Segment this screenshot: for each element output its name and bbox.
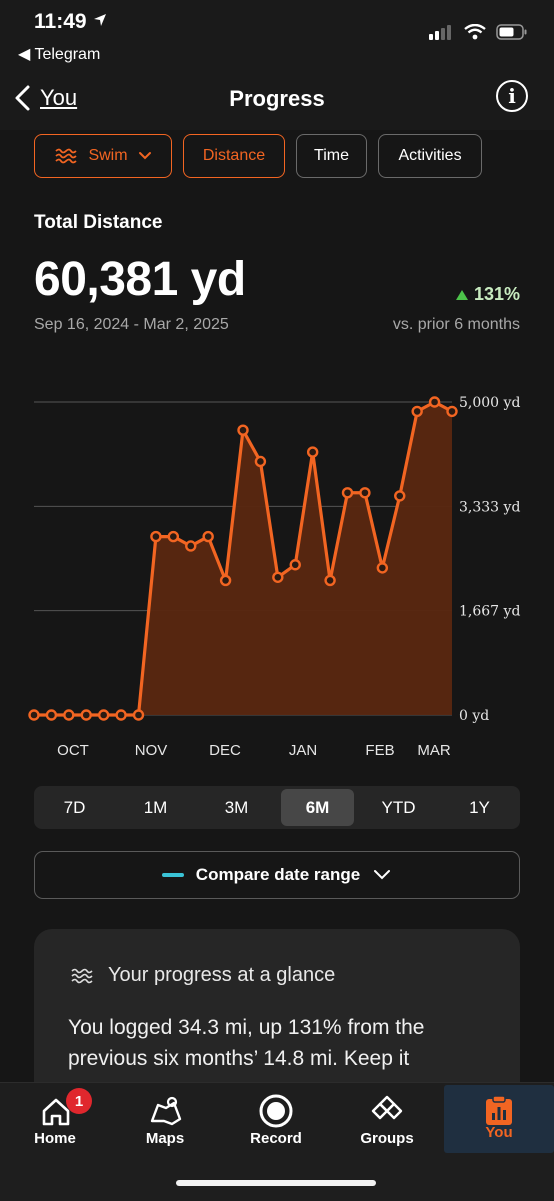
status-time: 11:49 — [34, 10, 108, 34]
y-tick-label: 5,000 yd — [459, 395, 520, 411]
data-point — [97, 709, 110, 721]
data-point — [428, 396, 441, 408]
swim-waves-icon — [55, 148, 78, 164]
data-point — [150, 530, 162, 543]
glance-title: Your progress at a glance — [70, 964, 335, 987]
signal-icon — [429, 25, 451, 40]
x-tick-label: FEB — [365, 742, 394, 759]
home-indicator — [176, 1180, 376, 1186]
profile-stats-icon — [486, 1095, 512, 1125]
maps-icon — [150, 1096, 182, 1126]
groups-icon — [371, 1095, 403, 1120]
nav-home[interactable]: 1 Home — [0, 1083, 110, 1161]
change-subtitle: vs. prior 6 months — [392, 316, 520, 333]
change-percent: 131% — [455, 284, 520, 305]
nav-record[interactable]: Record — [221, 1083, 331, 1161]
data-point — [359, 487, 371, 499]
range-tab-3m[interactable]: 3M — [196, 786, 277, 829]
compare-line-icon — [161, 873, 184, 877]
glance-summary: You logged 34.3 mi, up 131% from the pre… — [68, 1016, 425, 1070]
data-point — [411, 405, 423, 418]
metric-activities-chip[interactable]: Activities — [378, 134, 482, 178]
data-point — [80, 709, 92, 721]
range-tab-6m[interactable]: 6M — [281, 789, 354, 826]
data-point — [115, 709, 127, 721]
location-arrow-icon — [94, 14, 107, 26]
stat-label: Total Distance — [34, 212, 163, 233]
data-point — [28, 709, 40, 721]
info-button[interactable]: i — [496, 80, 528, 112]
sport-filter-label: Swim — [88, 147, 128, 164]
chevron-down-icon — [374, 870, 391, 880]
data-point — [167, 530, 180, 543]
range-tabs: 7D 1M 3M 6M YTD 1Y — [34, 786, 520, 829]
area-fill — [34, 402, 452, 715]
data-point — [272, 571, 284, 583]
stat-value: 60,381 yd — [34, 253, 246, 306]
x-tick-label: MAR — [417, 742, 451, 759]
status-icons — [428, 24, 528, 40]
data-point — [132, 709, 145, 721]
range-tab-1y[interactable]: 1Y — [439, 786, 520, 829]
metric-time-chip[interactable]: Time — [296, 134, 367, 178]
nav-you[interactable]: You — [444, 1085, 554, 1153]
data-point — [394, 490, 406, 502]
nav-groups[interactable]: Groups — [332, 1083, 442, 1161]
data-point — [219, 574, 232, 587]
x-tick-label: NOV — [135, 742, 168, 759]
nav-maps[interactable]: Maps — [110, 1083, 220, 1161]
up-arrow-icon — [455, 289, 468, 300]
stat-date-range: Sep 16, 2024 - Mar 2, 2025 — [34, 316, 229, 333]
data-point — [237, 424, 249, 436]
x-tick-label: DEC — [209, 742, 241, 759]
change-value: 131% — [473, 284, 520, 304]
data-point — [254, 455, 267, 468]
y-tick-label: 3,333 yd — [459, 499, 520, 515]
compare-date-range-button[interactable]: Compare date range — [34, 851, 520, 899]
y-tick-label: 0 yd — [459, 708, 489, 724]
notification-badge: 1 — [66, 1088, 92, 1114]
chevron-down-icon — [138, 152, 151, 160]
nav-maps-label: Maps — [145, 1130, 185, 1147]
glance-title-text: Your progress at a glance — [108, 964, 336, 986]
range-tab-1m[interactable]: 1M — [115, 786, 196, 829]
record-icon — [259, 1094, 293, 1128]
nav-record-label: Record — [250, 1130, 302, 1147]
battery-icon — [496, 24, 527, 40]
data-point — [341, 487, 354, 499]
data-point — [446, 405, 458, 418]
swim-waves-icon — [71, 968, 93, 983]
sport-filter-dropdown[interactable]: Swim — [34, 134, 172, 178]
data-point — [185, 540, 197, 552]
page-title: Progress — [229, 86, 325, 111]
data-point — [376, 562, 389, 574]
y-tick-label: 1,667 yd — [459, 604, 520, 620]
compare-label: Compare date range — [195, 865, 361, 884]
data-point — [45, 709, 58, 721]
wifi-icon — [464, 24, 486, 40]
data-point — [63, 709, 75, 721]
nav-home-label: Home — [34, 1130, 76, 1147]
back-to-app-link[interactable]: ◀ Telegram — [18, 44, 100, 64]
x-tick-label: OCT — [57, 742, 89, 759]
metric-distance-chip[interactable]: Distance — [183, 134, 285, 178]
nav-groups-label: Groups — [360, 1130, 414, 1147]
data-point — [202, 530, 214, 543]
data-point — [306, 446, 319, 458]
data-point — [324, 574, 336, 587]
distance-area-chart[interactable]: 5,000 yd 3,333 yd 1,667 yd 0 yd OCT NOV DEC JAN… — [0, 380, 554, 770]
range-tab-7d[interactable]: 7D — [34, 786, 115, 829]
range-tab-ytd[interactable]: YTD — [358, 786, 439, 829]
x-tick-label: JAN — [289, 742, 317, 759]
data-point — [289, 559, 301, 571]
